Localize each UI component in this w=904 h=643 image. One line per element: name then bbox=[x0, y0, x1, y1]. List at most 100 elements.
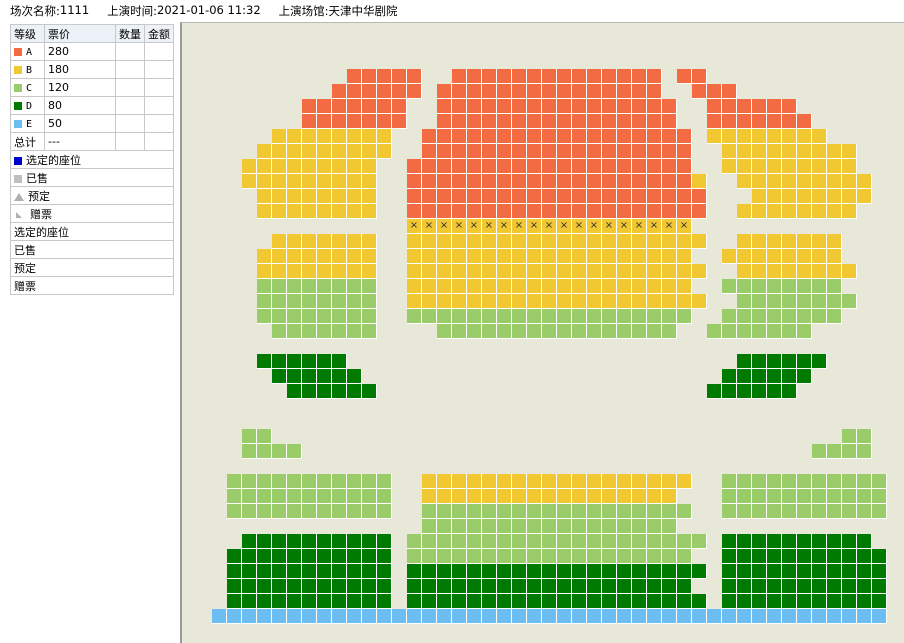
seat[interactable] bbox=[287, 444, 302, 459]
seat[interactable] bbox=[302, 384, 317, 399]
seat[interactable] bbox=[647, 114, 662, 129]
seat[interactable] bbox=[407, 294, 422, 309]
seat[interactable] bbox=[302, 249, 317, 264]
seat[interactable] bbox=[572, 294, 587, 309]
seat[interactable] bbox=[797, 489, 812, 504]
seat[interactable] bbox=[812, 444, 827, 459]
seat[interactable] bbox=[572, 114, 587, 129]
seat[interactable] bbox=[497, 204, 512, 219]
seat[interactable] bbox=[272, 534, 287, 549]
seat[interactable] bbox=[407, 204, 422, 219]
seat[interactable] bbox=[347, 159, 362, 174]
seat[interactable] bbox=[437, 294, 452, 309]
seat[interactable] bbox=[362, 234, 377, 249]
seat[interactable] bbox=[422, 279, 437, 294]
seat[interactable] bbox=[677, 279, 692, 294]
seat[interactable] bbox=[662, 204, 677, 219]
seat[interactable] bbox=[587, 144, 602, 159]
seat[interactable] bbox=[752, 369, 767, 384]
seat[interactable] bbox=[452, 519, 467, 534]
seat[interactable] bbox=[872, 564, 887, 579]
seat[interactable] bbox=[602, 609, 617, 624]
seat[interactable] bbox=[797, 474, 812, 489]
seat[interactable] bbox=[527, 489, 542, 504]
seat[interactable] bbox=[677, 129, 692, 144]
seat[interactable] bbox=[362, 579, 377, 594]
seat[interactable] bbox=[257, 429, 272, 444]
seat[interactable]: × bbox=[617, 219, 632, 234]
seat[interactable] bbox=[677, 609, 692, 624]
seat[interactable] bbox=[332, 234, 347, 249]
seat[interactable] bbox=[452, 279, 467, 294]
seat[interactable] bbox=[422, 204, 437, 219]
seat[interactable] bbox=[602, 594, 617, 609]
seat[interactable] bbox=[692, 234, 707, 249]
seat[interactable] bbox=[242, 594, 257, 609]
seat[interactable] bbox=[452, 579, 467, 594]
seat[interactable] bbox=[827, 294, 842, 309]
seat[interactable] bbox=[497, 279, 512, 294]
seat[interactable] bbox=[542, 129, 557, 144]
seat[interactable] bbox=[317, 144, 332, 159]
seat[interactable] bbox=[827, 534, 842, 549]
seat[interactable] bbox=[617, 264, 632, 279]
seat[interactable] bbox=[317, 174, 332, 189]
seat[interactable] bbox=[527, 309, 542, 324]
seat[interactable] bbox=[407, 159, 422, 174]
seat[interactable] bbox=[797, 189, 812, 204]
seat[interactable] bbox=[857, 564, 872, 579]
seat[interactable] bbox=[722, 159, 737, 174]
seat[interactable] bbox=[632, 504, 647, 519]
seat[interactable] bbox=[782, 369, 797, 384]
seat[interactable] bbox=[752, 129, 767, 144]
seat[interactable] bbox=[662, 159, 677, 174]
seat[interactable] bbox=[617, 594, 632, 609]
seat[interactable] bbox=[497, 609, 512, 624]
seat[interactable] bbox=[257, 204, 272, 219]
seat[interactable] bbox=[752, 159, 767, 174]
seat[interactable] bbox=[302, 174, 317, 189]
seat[interactable] bbox=[497, 294, 512, 309]
seat[interactable] bbox=[647, 204, 662, 219]
seat[interactable] bbox=[797, 204, 812, 219]
seat[interactable] bbox=[767, 114, 782, 129]
seat[interactable] bbox=[302, 114, 317, 129]
seat[interactable] bbox=[572, 84, 587, 99]
seat[interactable] bbox=[587, 519, 602, 534]
seat[interactable] bbox=[752, 174, 767, 189]
seat[interactable] bbox=[242, 534, 257, 549]
seat[interactable] bbox=[317, 114, 332, 129]
seat[interactable] bbox=[737, 549, 752, 564]
seat[interactable] bbox=[737, 159, 752, 174]
seat[interactable] bbox=[737, 534, 752, 549]
seat[interactable] bbox=[632, 114, 647, 129]
seat[interactable] bbox=[557, 159, 572, 174]
seat[interactable] bbox=[467, 114, 482, 129]
seat[interactable] bbox=[692, 189, 707, 204]
seat[interactable] bbox=[332, 204, 347, 219]
seat[interactable] bbox=[602, 519, 617, 534]
seat[interactable] bbox=[422, 504, 437, 519]
seat[interactable] bbox=[812, 354, 827, 369]
seat[interactable] bbox=[302, 324, 317, 339]
seat[interactable] bbox=[632, 234, 647, 249]
seat[interactable] bbox=[737, 504, 752, 519]
seat[interactable] bbox=[782, 234, 797, 249]
seat[interactable] bbox=[317, 594, 332, 609]
seat[interactable] bbox=[752, 279, 767, 294]
seat[interactable] bbox=[572, 324, 587, 339]
seat[interactable] bbox=[422, 264, 437, 279]
seat[interactable] bbox=[752, 99, 767, 114]
seat[interactable] bbox=[632, 594, 647, 609]
seat[interactable] bbox=[257, 174, 272, 189]
seat[interactable] bbox=[647, 249, 662, 264]
seat[interactable] bbox=[257, 474, 272, 489]
seat[interactable] bbox=[242, 549, 257, 564]
seat[interactable] bbox=[857, 429, 872, 444]
seat[interactable] bbox=[707, 129, 722, 144]
seat[interactable] bbox=[602, 84, 617, 99]
seat[interactable] bbox=[512, 489, 527, 504]
seat[interactable] bbox=[317, 234, 332, 249]
seat[interactable] bbox=[572, 309, 587, 324]
seat[interactable] bbox=[782, 294, 797, 309]
